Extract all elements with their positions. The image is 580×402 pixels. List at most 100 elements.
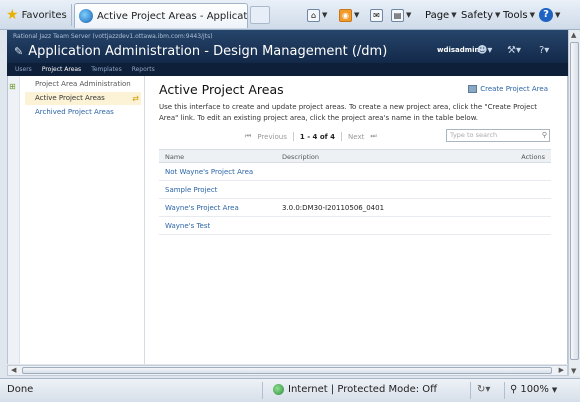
chevron-down-icon: ▼ [495,11,501,19]
help-icon: ? [539,8,553,22]
search-icon[interactable]: ⚲ [542,130,547,141]
safety-menu-label: Safety [461,9,493,21]
pin-icon[interactable]: ⇄ [132,92,139,105]
table-row: Sample Project [159,181,551,199]
scroll-up-icon[interactable]: ▲ [571,31,576,39]
scroll-right-icon[interactable]: ▶ [559,366,564,375]
vertical-scroll-thumb[interactable] [570,42,579,360]
tab-title: Active Project Areas - Application Ad... [97,10,248,22]
project-areas-table: Name Description Actions Not Wayne's Pro… [159,149,551,235]
nav-users[interactable]: Users [15,66,32,73]
favorites-button[interactable]: ★ Favorites [6,5,67,25]
search-input[interactable]: Type to search ⚲ [446,129,550,142]
create-icon [468,85,478,93]
column-description[interactable]: Description [282,153,319,161]
home-icon: ⌂ [307,8,320,22]
table-row: Wayne's Test [159,217,551,235]
tools-menu-label: Tools [503,9,528,21]
collapse-icon[interactable]: ⊞ [9,82,16,91]
chevron-down-icon: ▼ [451,11,457,19]
pager-divider [341,132,343,141]
status-text: Done [7,384,34,395]
admin-icon: ✎ [14,45,24,58]
mail-icon: ✉ [370,8,383,22]
sidebar-item-label: Archived Project Areas [35,108,114,116]
vertical-scrollbar[interactable]: ▲ ▼ [568,30,580,376]
users-icon[interactable]: ☻▾ [477,45,492,56]
globe-icon [273,384,284,395]
zoom-control[interactable]: ⚲ 100% ▼ [510,384,557,395]
project-area-link[interactable]: Wayne's Project Area [165,204,239,212]
favorites-label: Favorites [21,9,67,21]
app-title-text: Application Administration - Design Mana… [28,44,388,59]
next-link[interactable]: Next [348,133,364,141]
security-zone-label: Internet | Protected Mode: Off [288,384,438,395]
search-placeholder: Type to search [450,131,498,139]
column-name[interactable]: Name [165,153,184,161]
status-bar: Done Internet | Protected Mode: Off ↻▾ ⚲… [0,378,580,402]
project-area-link[interactable]: Not Wayne's Project Area [165,168,253,176]
chevron-down-icon: ▼ [555,11,561,19]
pager-divider [292,132,294,141]
main-panel: Active Project Areas Create Project Area… [159,76,554,364]
read-mail-button[interactable]: ✉ [370,6,383,24]
tools-menu[interactable]: Tools ▼ [503,6,535,24]
help-icon[interactable]: ?▾ [539,45,549,56]
nav-project-areas[interactable]: Project Areas [42,66,81,73]
sidebar-item-archived-project-areas[interactable]: Archived Project Areas [25,106,141,119]
sidebar-heading: Project Area Administration [35,80,131,88]
sidebar-item-label: Active Project Areas [35,94,105,102]
sidebar-item-active-project-areas[interactable]: Active Project Areas ⇄ [25,92,141,105]
security-zone[interactable]: Internet | Protected Mode: Off [273,384,437,395]
table-row: Not Wayne's Project Area [159,163,551,181]
home-button[interactable]: ⌂ ▼ [307,6,327,24]
status-divider [470,382,471,399]
table-row: Wayne's Project Area 3.0.0:DM30-I2011050… [159,199,551,217]
user-name[interactable]: wdisadmin [437,46,479,54]
chevron-down-icon: ▼ [529,11,536,19]
settings-icon[interactable]: ⚒▾ [507,45,521,56]
project-area-link[interactable]: Sample Project [165,186,217,194]
last-page-icon[interactable]: ⏭ [370,132,376,141]
horizontal-scrollbar[interactable]: ◀ ▶ [7,365,568,376]
app-title: ✎ Application Administration - Design Ma… [14,44,387,59]
page-menu[interactable]: Page ▼ [425,6,457,24]
horizontal-scroll-thumb[interactable] [22,367,552,374]
zoom-level: 100% [520,384,549,395]
print-button[interactable]: ▤ ▼ [391,6,411,24]
printer-icon: ▤ [391,8,404,22]
page-content: ⊞ Project Area Administration Active Pro… [7,76,568,364]
table-header: Name Description Actions [159,149,551,163]
popup-blocker-icon[interactable]: ↻▾ [477,384,490,395]
page-title: Active Project Areas [159,82,284,97]
safety-menu[interactable]: Safety ▼ [461,6,500,24]
ie-logo-icon [79,9,93,23]
app-nav: Users Project Areas Templates Reports [7,63,568,76]
new-tab-button[interactable] [250,6,270,24]
browser-tab[interactable]: Active Project Areas - Application Ad... [74,3,248,28]
feeds-button[interactable]: ◉ ▼ [339,6,359,24]
pager: ⏮ Previous 1 - 4 of 4 Next ⏭ [245,132,377,141]
star-icon: ★ [6,7,19,23]
status-divider [504,382,505,399]
scroll-left-icon[interactable]: ◀ [11,366,16,375]
help-menu[interactable]: ? ▼ [539,6,560,24]
nav-reports[interactable]: Reports [132,66,155,73]
first-page-icon[interactable]: ⏮ [245,132,251,141]
sidebar: Project Area Administration Active Proje… [20,76,145,364]
zoom-icon: ⚲ [510,384,518,395]
browser-toolbar: ★ Favorites Active Project Areas - Appli… [0,0,580,30]
app-banner: Rational Jazz Team Server (vottjazzdev1.… [7,30,568,63]
chevron-down-icon: ▼ [354,11,360,19]
project-area-link[interactable]: Wayne's Test [165,222,210,230]
column-actions: Actions [521,153,545,161]
nav-templates[interactable]: Templates [91,66,122,73]
server-line: Rational Jazz Team Server (vottjazzdev1.… [13,33,213,40]
chevron-down-icon: ▼ [322,11,328,19]
chevron-down-icon: ▼ [551,385,558,394]
scroll-down-icon[interactable]: ▼ [571,367,576,375]
create-project-area-link[interactable]: Create Project Area [468,85,548,93]
create-project-area-label: Create Project Area [480,85,548,93]
page-description: Use this interface to create and update … [159,103,538,122]
previous-link[interactable]: Previous [257,133,287,141]
